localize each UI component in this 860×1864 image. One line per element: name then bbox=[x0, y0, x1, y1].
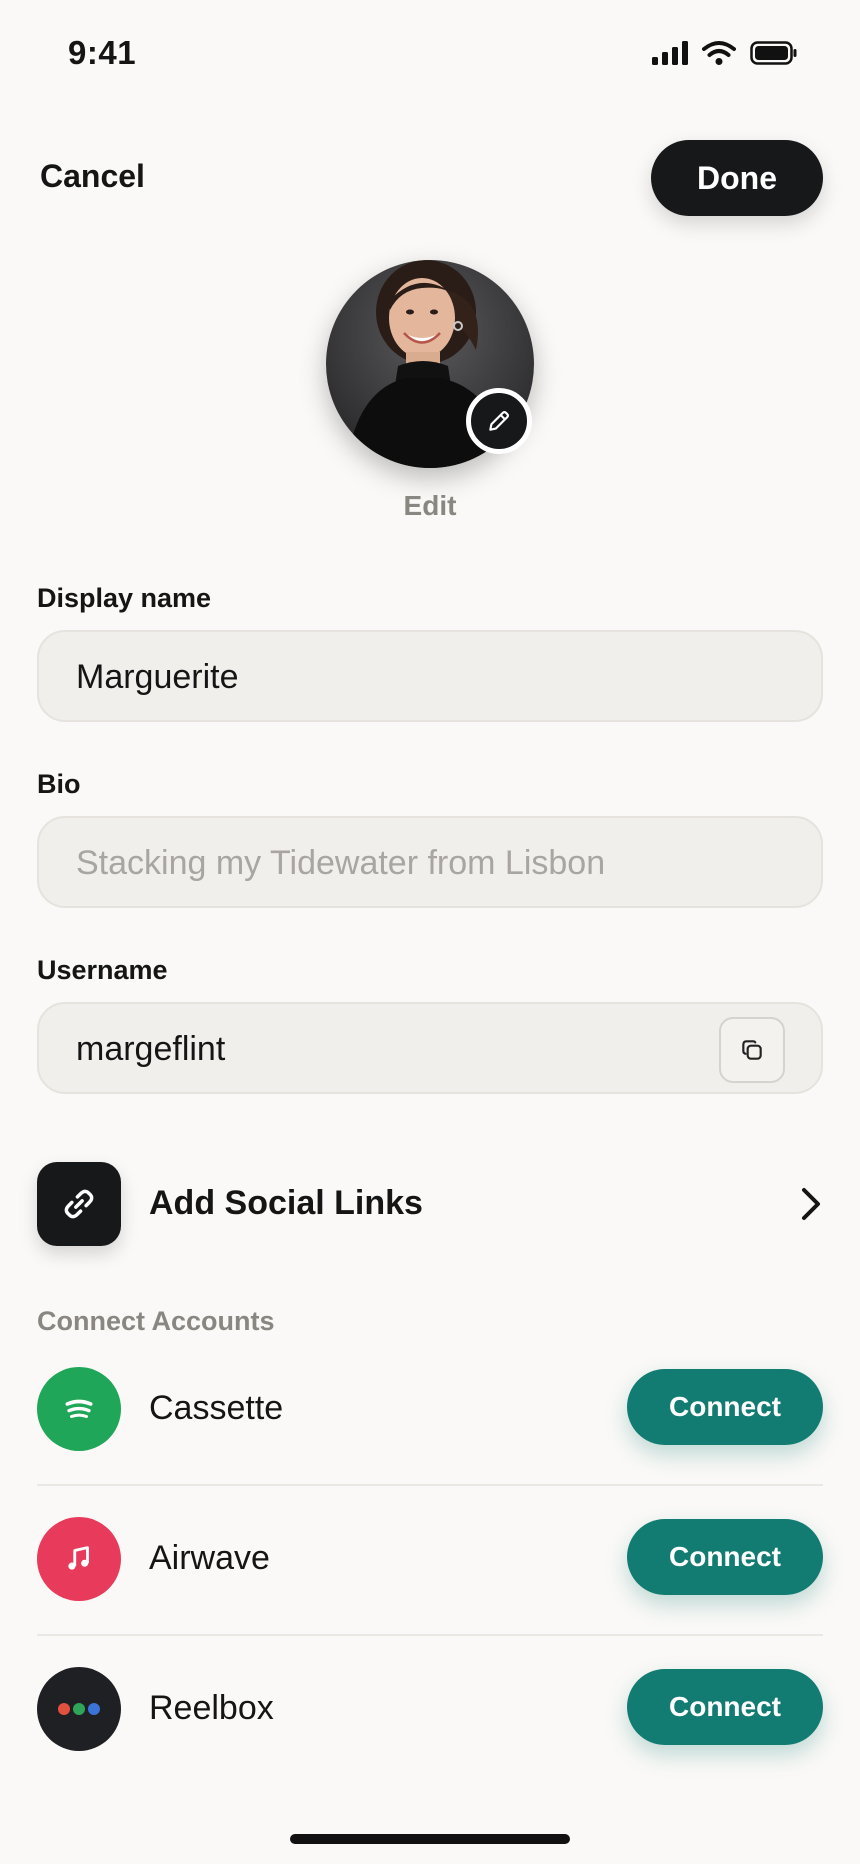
account-name: Airwave bbox=[149, 1539, 270, 1577]
account-name: Cassette bbox=[149, 1389, 284, 1427]
bio-field[interactable]: Stacking my Tidewater from Lisbon bbox=[37, 816, 823, 908]
username-field[interactable]: margeflint bbox=[37, 1002, 823, 1094]
pencil-icon bbox=[489, 410, 510, 431]
status-bar: 9:41 bbox=[0, 0, 860, 110]
copy-username-button[interactable] bbox=[719, 1017, 785, 1083]
connect-cassette-button[interactable]: Connect bbox=[627, 1369, 823, 1445]
account-name: Reelbox bbox=[149, 1689, 274, 1727]
copy-icon bbox=[742, 1040, 762, 1060]
connect-airwave-button[interactable]: Connect bbox=[627, 1519, 823, 1595]
link-icon bbox=[64, 1189, 94, 1219]
three-dots-icon bbox=[58, 1703, 100, 1715]
account-row-reelbox: Reelbox Connect bbox=[37, 1667, 823, 1751]
status-icons bbox=[652, 40, 798, 66]
display-name-value: Marguerite bbox=[76, 658, 239, 696]
cancel-button[interactable]: Cancel bbox=[40, 158, 145, 195]
connect-reelbox-button[interactable]: Connect bbox=[627, 1669, 823, 1745]
connect-accounts-heading: Connect Accounts bbox=[37, 1306, 275, 1336]
profile-photo[interactable] bbox=[326, 260, 534, 468]
cassette-icon bbox=[65, 1399, 93, 1418]
bio-label: Bio bbox=[37, 769, 81, 799]
top-nav: Cancel Done bbox=[0, 140, 860, 216]
edit-photo-button[interactable] bbox=[466, 388, 532, 454]
edit-photo-label[interactable]: Edit bbox=[0, 490, 860, 522]
add-social-links-label: Add Social Links bbox=[149, 1184, 423, 1222]
username-value: margeflint bbox=[76, 1030, 226, 1068]
status-time: 9:41 bbox=[68, 34, 137, 71]
add-social-links-row[interactable]: Add Social Links bbox=[37, 1162, 823, 1246]
airwave-logo bbox=[37, 1517, 121, 1601]
wifi-icon bbox=[702, 41, 736, 65]
social-link-tile bbox=[37, 1162, 121, 1246]
divider bbox=[37, 1484, 823, 1486]
battery-icon bbox=[750, 41, 797, 65]
divider bbox=[37, 1634, 823, 1636]
chevron-right-icon bbox=[802, 1188, 820, 1220]
done-button[interactable]: Done bbox=[651, 140, 823, 216]
display-name-field[interactable]: Marguerite bbox=[37, 630, 823, 722]
username-label: Username bbox=[37, 955, 168, 985]
account-row-airwave: Airwave Connect bbox=[37, 1517, 823, 1601]
cellular-signal-icon bbox=[652, 41, 688, 65]
home-indicator[interactable] bbox=[290, 1834, 570, 1844]
cassette-logo bbox=[37, 1367, 121, 1451]
display-name-label: Display name bbox=[37, 583, 212, 613]
bio-placeholder: Stacking my Tidewater from Lisbon bbox=[76, 844, 606, 882]
reelbox-logo bbox=[37, 1667, 121, 1751]
account-row-cassette: Cassette Connect bbox=[37, 1367, 823, 1451]
music-note-icon bbox=[68, 1546, 89, 1570]
